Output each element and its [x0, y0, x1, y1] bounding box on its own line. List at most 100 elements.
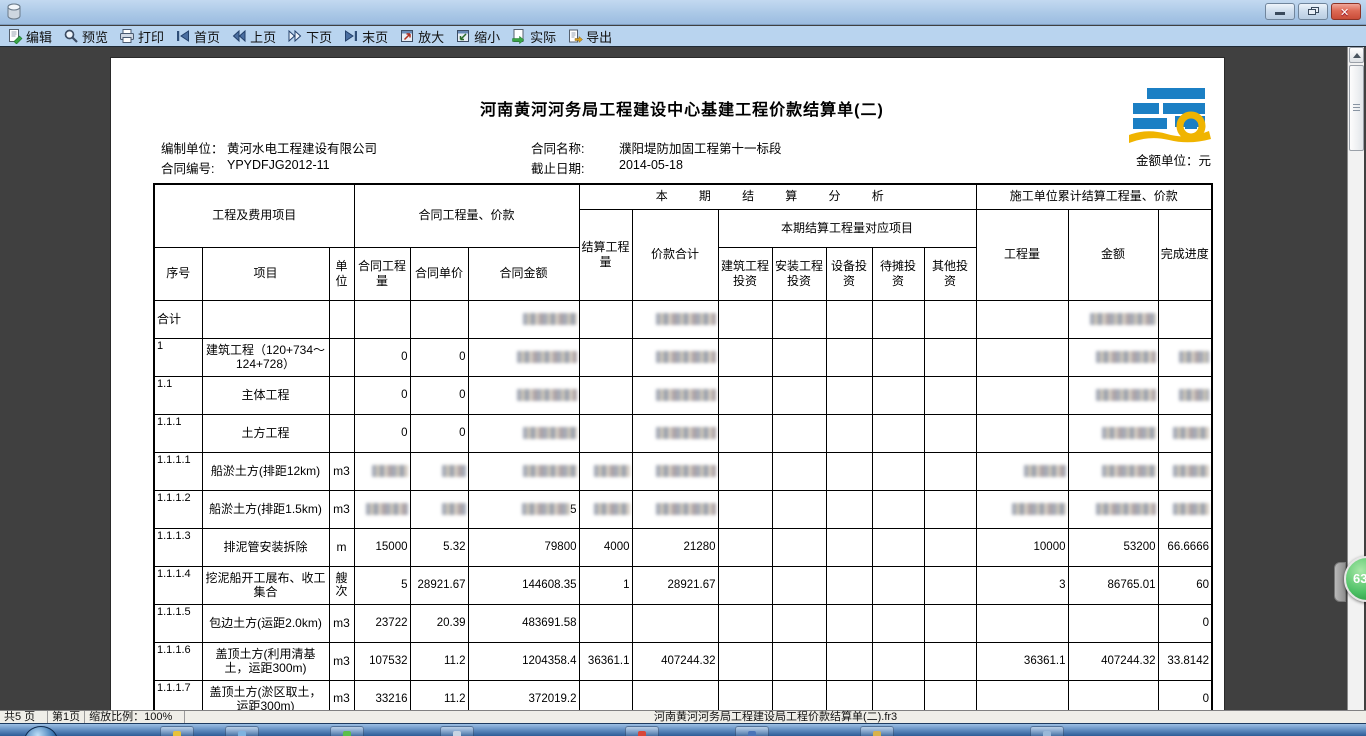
edit-icon — [7, 28, 23, 44]
redacted-value — [656, 389, 716, 401]
cell-value: 66.6666 — [1158, 528, 1212, 566]
cell-value — [976, 414, 1068, 452]
cell-value — [579, 604, 632, 642]
close-icon: ✕ — [1340, 6, 1349, 19]
redacted-value — [594, 465, 630, 477]
cell-value — [468, 376, 579, 414]
cell-value: 28921.67 — [410, 566, 468, 604]
toolbar-next-page-button[interactable]: 下页 — [284, 26, 338, 47]
cell-value — [976, 680, 1068, 710]
redacted-value — [656, 503, 716, 515]
redacted-value — [523, 313, 577, 325]
cell-unit: m3 — [329, 490, 354, 528]
app-icon — [6, 3, 22, 21]
redacted-value — [1096, 351, 1156, 363]
taskbar-button[interactable] — [160, 726, 194, 736]
redacted-value — [1024, 465, 1066, 477]
toolbar-button-label: 实际 — [530, 27, 556, 46]
cell-item: 主体工程 — [202, 376, 329, 414]
taskbar-button[interactable] — [860, 726, 894, 736]
scrollbar-thumb[interactable] — [1349, 65, 1364, 151]
redacted-value — [1096, 389, 1156, 401]
taskbar-button[interactable] — [440, 726, 474, 736]
cell-value: 86765.01 — [1068, 566, 1158, 604]
toolbar-preview-button[interactable]: 预览 — [60, 26, 114, 47]
cell-value — [718, 490, 772, 528]
restore-button[interactable] — [1298, 3, 1328, 20]
cell-value: 0 — [354, 338, 410, 376]
cell-seq: 1.1.1.7 — [154, 680, 202, 710]
cell-value — [632, 300, 718, 338]
cell-value — [924, 528, 976, 566]
close-button[interactable]: ✕ — [1331, 3, 1361, 20]
cell-value — [826, 452, 872, 490]
toolbar-export-button[interactable]: 导出 — [564, 26, 618, 47]
taskbar-button[interactable] — [625, 726, 659, 736]
toolbar-actual-size-button[interactable]: 实际 — [508, 26, 562, 47]
toolbar-button-label: 放大 — [418, 27, 444, 46]
redacted-value — [1173, 427, 1209, 439]
taskbar-button[interactable] — [225, 726, 259, 736]
cell-value: 10000 — [976, 528, 1068, 566]
cell-value — [718, 376, 772, 414]
cell-value — [872, 376, 924, 414]
taskbar-button[interactable] — [1030, 726, 1064, 736]
cell-value — [632, 452, 718, 490]
taskbar-button[interactable] — [735, 726, 769, 736]
toolbar-zoom-out-button[interactable]: 缩小 — [452, 26, 506, 47]
cell-value — [976, 452, 1068, 490]
cell-unit — [329, 338, 354, 376]
cell-value — [924, 680, 976, 710]
cell-value — [579, 680, 632, 710]
cell-value — [410, 452, 468, 490]
toolbar-last-page-button[interactable]: 末页 — [340, 26, 394, 47]
cell-value — [1068, 376, 1158, 414]
cell-value — [976, 300, 1068, 338]
cell-unit: 艘次 — [329, 566, 354, 604]
taskbar-button[interactable] — [330, 726, 364, 736]
col-header-contract-qty: 合同工程量 — [354, 247, 410, 300]
cell-value: 36361.1 — [976, 642, 1068, 680]
window-titlebar[interactable]: ✕ — [0, 0, 1366, 25]
toolbar: 编辑预览打印首页上页下页末页 放大缩小 实际导出 — [0, 26, 1366, 47]
cell-seq: 1.1.1.4 — [154, 566, 202, 604]
company-logo — [1129, 86, 1211, 144]
toolbar-zoom-in-button[interactable]: 放大 — [396, 26, 450, 47]
vertical-scrollbar[interactable] — [1347, 47, 1364, 710]
start-button[interactable] — [24, 726, 58, 736]
cell-value — [976, 338, 1068, 376]
taskbar — [0, 723, 1366, 736]
redacted-value — [523, 465, 577, 477]
cell-value — [1158, 338, 1212, 376]
col-header-inv-construction: 建筑工程投资 — [718, 247, 772, 300]
cell-value — [632, 490, 718, 528]
redacted-value — [442, 503, 466, 515]
cell-item: 盖顶土方(淤区取土，运距300m) — [202, 680, 329, 710]
cell-value — [579, 414, 632, 452]
minimize-button[interactable] — [1265, 3, 1295, 20]
cell-seq: 1.1 — [154, 376, 202, 414]
cell-unit: m3 — [329, 452, 354, 490]
toolbar-print-button[interactable]: 打印 — [116, 26, 170, 47]
cell-value — [924, 452, 976, 490]
cell-value — [579, 338, 632, 376]
report-title: 河南黄河河务局工程建设中心基建工程价款结算单(二) — [153, 96, 1211, 120]
cell-value — [826, 414, 872, 452]
cell-value — [826, 528, 872, 566]
cell-value: 79800 — [468, 528, 579, 566]
toolbar-first-page-button[interactable]: 首页 — [172, 26, 226, 47]
table-row: 1.1.1.3排泥管安装拆除m150005.327980040002128010… — [154, 528, 1212, 566]
cell-value — [772, 680, 826, 710]
cell-value — [924, 604, 976, 642]
first-page-icon — [175, 28, 191, 44]
toolbar-edit-button[interactable]: 编辑 — [4, 26, 58, 47]
toolbar-prev-page-button[interactable]: 上页 — [228, 26, 282, 47]
col-header-inv-pending: 待摊投资 — [872, 247, 924, 300]
cell-value — [772, 414, 826, 452]
cell-value — [872, 414, 924, 452]
cell-value: 407244.32 — [1068, 642, 1158, 680]
scrollbar-up-button[interactable] — [1349, 47, 1364, 63]
cell-value — [872, 300, 924, 338]
cell-value: 23722 — [354, 604, 410, 642]
cell-value — [872, 604, 924, 642]
